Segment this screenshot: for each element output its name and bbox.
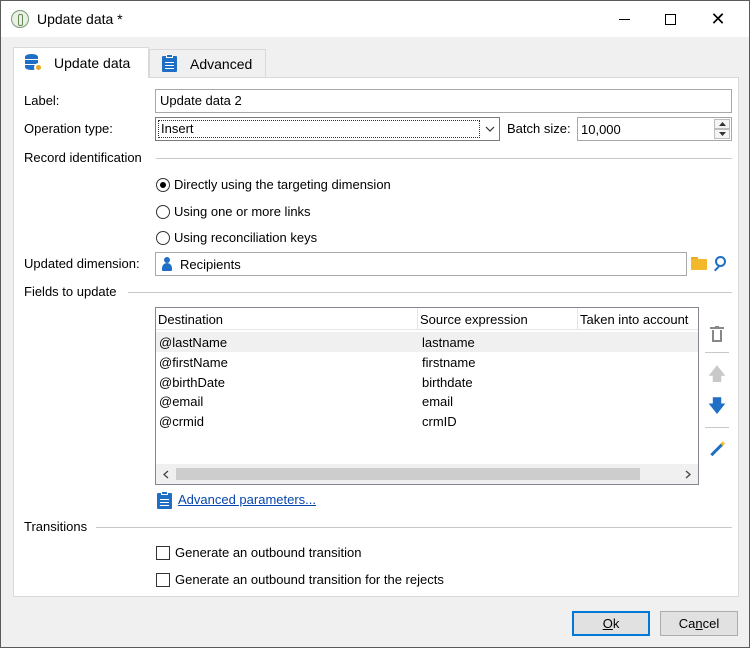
tab-advanced-label: Advanced bbox=[190, 55, 253, 72]
title-bar: Update data * ✕ bbox=[1, 1, 749, 37]
spin-down-icon[interactable] bbox=[714, 129, 730, 139]
move-up-button[interactable]: 🡅 bbox=[705, 363, 729, 387]
cell-source: birthdate bbox=[422, 375, 473, 390]
radio-button[interactable] bbox=[156, 230, 170, 245]
checkbox-outbound-transition[interactable]: Generate an outbound transition bbox=[156, 545, 361, 560]
ok-button[interactable]: Ok bbox=[572, 611, 650, 636]
radio-targeting-dimension[interactable]: Directly using the targeting dimension bbox=[156, 177, 391, 192]
arrow-down-icon: 🡇 bbox=[707, 396, 727, 417]
advanced-parameters-link[interactable]: Advanced parameters... bbox=[178, 492, 316, 507]
column-separator[interactable] bbox=[417, 308, 418, 330]
toolbar-divider bbox=[705, 427, 729, 428]
checkbox-label: Generate an outbound transition for the … bbox=[175, 572, 444, 587]
database-update-icon bbox=[24, 53, 44, 73]
move-down-button[interactable]: 🡇 bbox=[705, 395, 729, 419]
cell-source: lastname bbox=[422, 335, 475, 350]
cell-source: crmID bbox=[422, 414, 457, 429]
table-header: Destination Source expression Taken into… bbox=[156, 308, 698, 330]
table-row[interactable]: @firstName firstname bbox=[156, 352, 698, 372]
scroll-left-icon[interactable] bbox=[156, 464, 176, 484]
radio-reconciliation-keys[interactable]: Using reconciliation keys bbox=[156, 230, 317, 245]
fields-to-update-title: Fields to update bbox=[24, 284, 117, 299]
batch-size-stepper[interactable]: 10,000 bbox=[577, 117, 732, 141]
scrollbar-thumb[interactable] bbox=[176, 468, 640, 480]
section-divider bbox=[156, 158, 732, 159]
table-row[interactable]: @lastName lastname bbox=[156, 332, 698, 352]
column-separator[interactable] bbox=[577, 308, 578, 330]
radio-label: Using one or more links bbox=[174, 204, 311, 219]
dialog-window: Update data * ✕ Update data Advanced Lab… bbox=[0, 0, 750, 648]
scroll-right-icon[interactable] bbox=[678, 464, 698, 484]
cell-destination: @email bbox=[159, 394, 204, 409]
cell-source: email bbox=[422, 394, 454, 409]
clipboard-icon bbox=[160, 53, 180, 74]
updated-dimension-caption: Updated dimension: bbox=[24, 256, 140, 271]
fields-table[interactable]: Destination Source expression Taken into… bbox=[155, 307, 699, 485]
minimize-icon bbox=[618, 18, 630, 20]
cell-destination: @crmid bbox=[159, 414, 204, 429]
tab-update-data-label: Update data bbox=[54, 55, 131, 71]
magic-wand-button[interactable]: ✦ bbox=[705, 437, 729, 461]
cell-destination: @birthDate bbox=[159, 375, 225, 390]
radio-button[interactable] bbox=[156, 204, 170, 219]
batch-size-caption: Batch size: bbox=[507, 121, 571, 136]
cancel-label-rest: cel bbox=[702, 616, 720, 631]
search-icon[interactable] bbox=[712, 256, 728, 272]
column-header-taken-into-account[interactable]: Taken into account bbox=[580, 312, 688, 327]
checkbox[interactable] bbox=[156, 545, 170, 560]
close-button[interactable]: ✕ bbox=[695, 1, 741, 37]
tab-advanced[interactable]: Advanced bbox=[149, 49, 266, 77]
cell-destination: @lastName bbox=[159, 335, 228, 350]
table-row[interactable]: @email email bbox=[156, 391, 698, 411]
clipboard-icon bbox=[157, 491, 172, 509]
tab-update-data[interactable]: Update data bbox=[13, 47, 149, 78]
column-header-destination[interactable]: Destination bbox=[158, 312, 223, 327]
ok-label-rest: k bbox=[612, 616, 620, 631]
record-identification-title: Record identification bbox=[24, 150, 142, 165]
app-icon bbox=[11, 10, 29, 28]
arrow-up-icon: 🡅 bbox=[707, 364, 727, 385]
toolbar-divider bbox=[705, 352, 729, 353]
operation-type-caption: Operation type: bbox=[24, 121, 113, 136]
label-caption: Label: bbox=[24, 93, 60, 108]
section-divider bbox=[128, 292, 732, 293]
transitions-title: Transitions bbox=[24, 519, 88, 534]
magic-wand-icon: ✦ bbox=[708, 440, 727, 458]
updated-dimension-field[interactable]: Recipients bbox=[155, 252, 687, 276]
checkbox-rejects-transition[interactable]: Generate an outbound transition for the … bbox=[156, 572, 444, 587]
table-row[interactable]: @crmid crmID bbox=[156, 411, 698, 431]
column-header-source[interactable]: Source expression bbox=[420, 312, 528, 327]
window-title: Update data * bbox=[37, 11, 123, 27]
cell-destination: @firstName bbox=[159, 355, 228, 370]
maximize-button[interactable] bbox=[647, 1, 693, 37]
trash-icon bbox=[710, 326, 724, 342]
checkbox-label: Generate an outbound transition bbox=[175, 545, 362, 560]
operation-type-value: Insert bbox=[158, 120, 480, 138]
horizontal-scrollbar[interactable] bbox=[156, 464, 698, 484]
chevron-down-icon[interactable] bbox=[481, 118, 499, 140]
spin-up-icon[interactable] bbox=[714, 119, 730, 129]
folder-icon[interactable] bbox=[691, 257, 707, 270]
checkbox[interactable] bbox=[156, 572, 170, 587]
updated-dimension-value: Recipients bbox=[180, 257, 241, 272]
radio-links[interactable]: Using one or more links bbox=[156, 204, 311, 219]
operation-type-select[interactable]: Insert bbox=[155, 117, 500, 141]
maximize-icon bbox=[664, 13, 676, 25]
radio-label: Directly using the targeting dimension bbox=[174, 177, 391, 192]
label-input[interactable]: Update data 2 bbox=[155, 89, 732, 113]
table-row[interactable]: @birthDate birthdate bbox=[156, 372, 698, 392]
cell-source: firstname bbox=[422, 355, 476, 370]
delete-button[interactable] bbox=[705, 322, 729, 346]
close-icon: ✕ bbox=[710, 8, 726, 30]
batch-size-value: 10,000 bbox=[581, 122, 621, 137]
radio-label: Using reconciliation keys bbox=[174, 230, 318, 245]
section-divider bbox=[96, 527, 732, 528]
person-icon bbox=[162, 257, 172, 272]
cancel-button[interactable]: Ca n cel bbox=[660, 611, 738, 636]
cancel-mnemonic: n bbox=[695, 616, 703, 631]
cancel-label-prefix: Ca bbox=[678, 616, 696, 631]
ok-mnemonic: O bbox=[602, 616, 613, 631]
radio-button-selected[interactable] bbox=[156, 177, 170, 192]
minimize-button[interactable] bbox=[601, 1, 647, 37]
